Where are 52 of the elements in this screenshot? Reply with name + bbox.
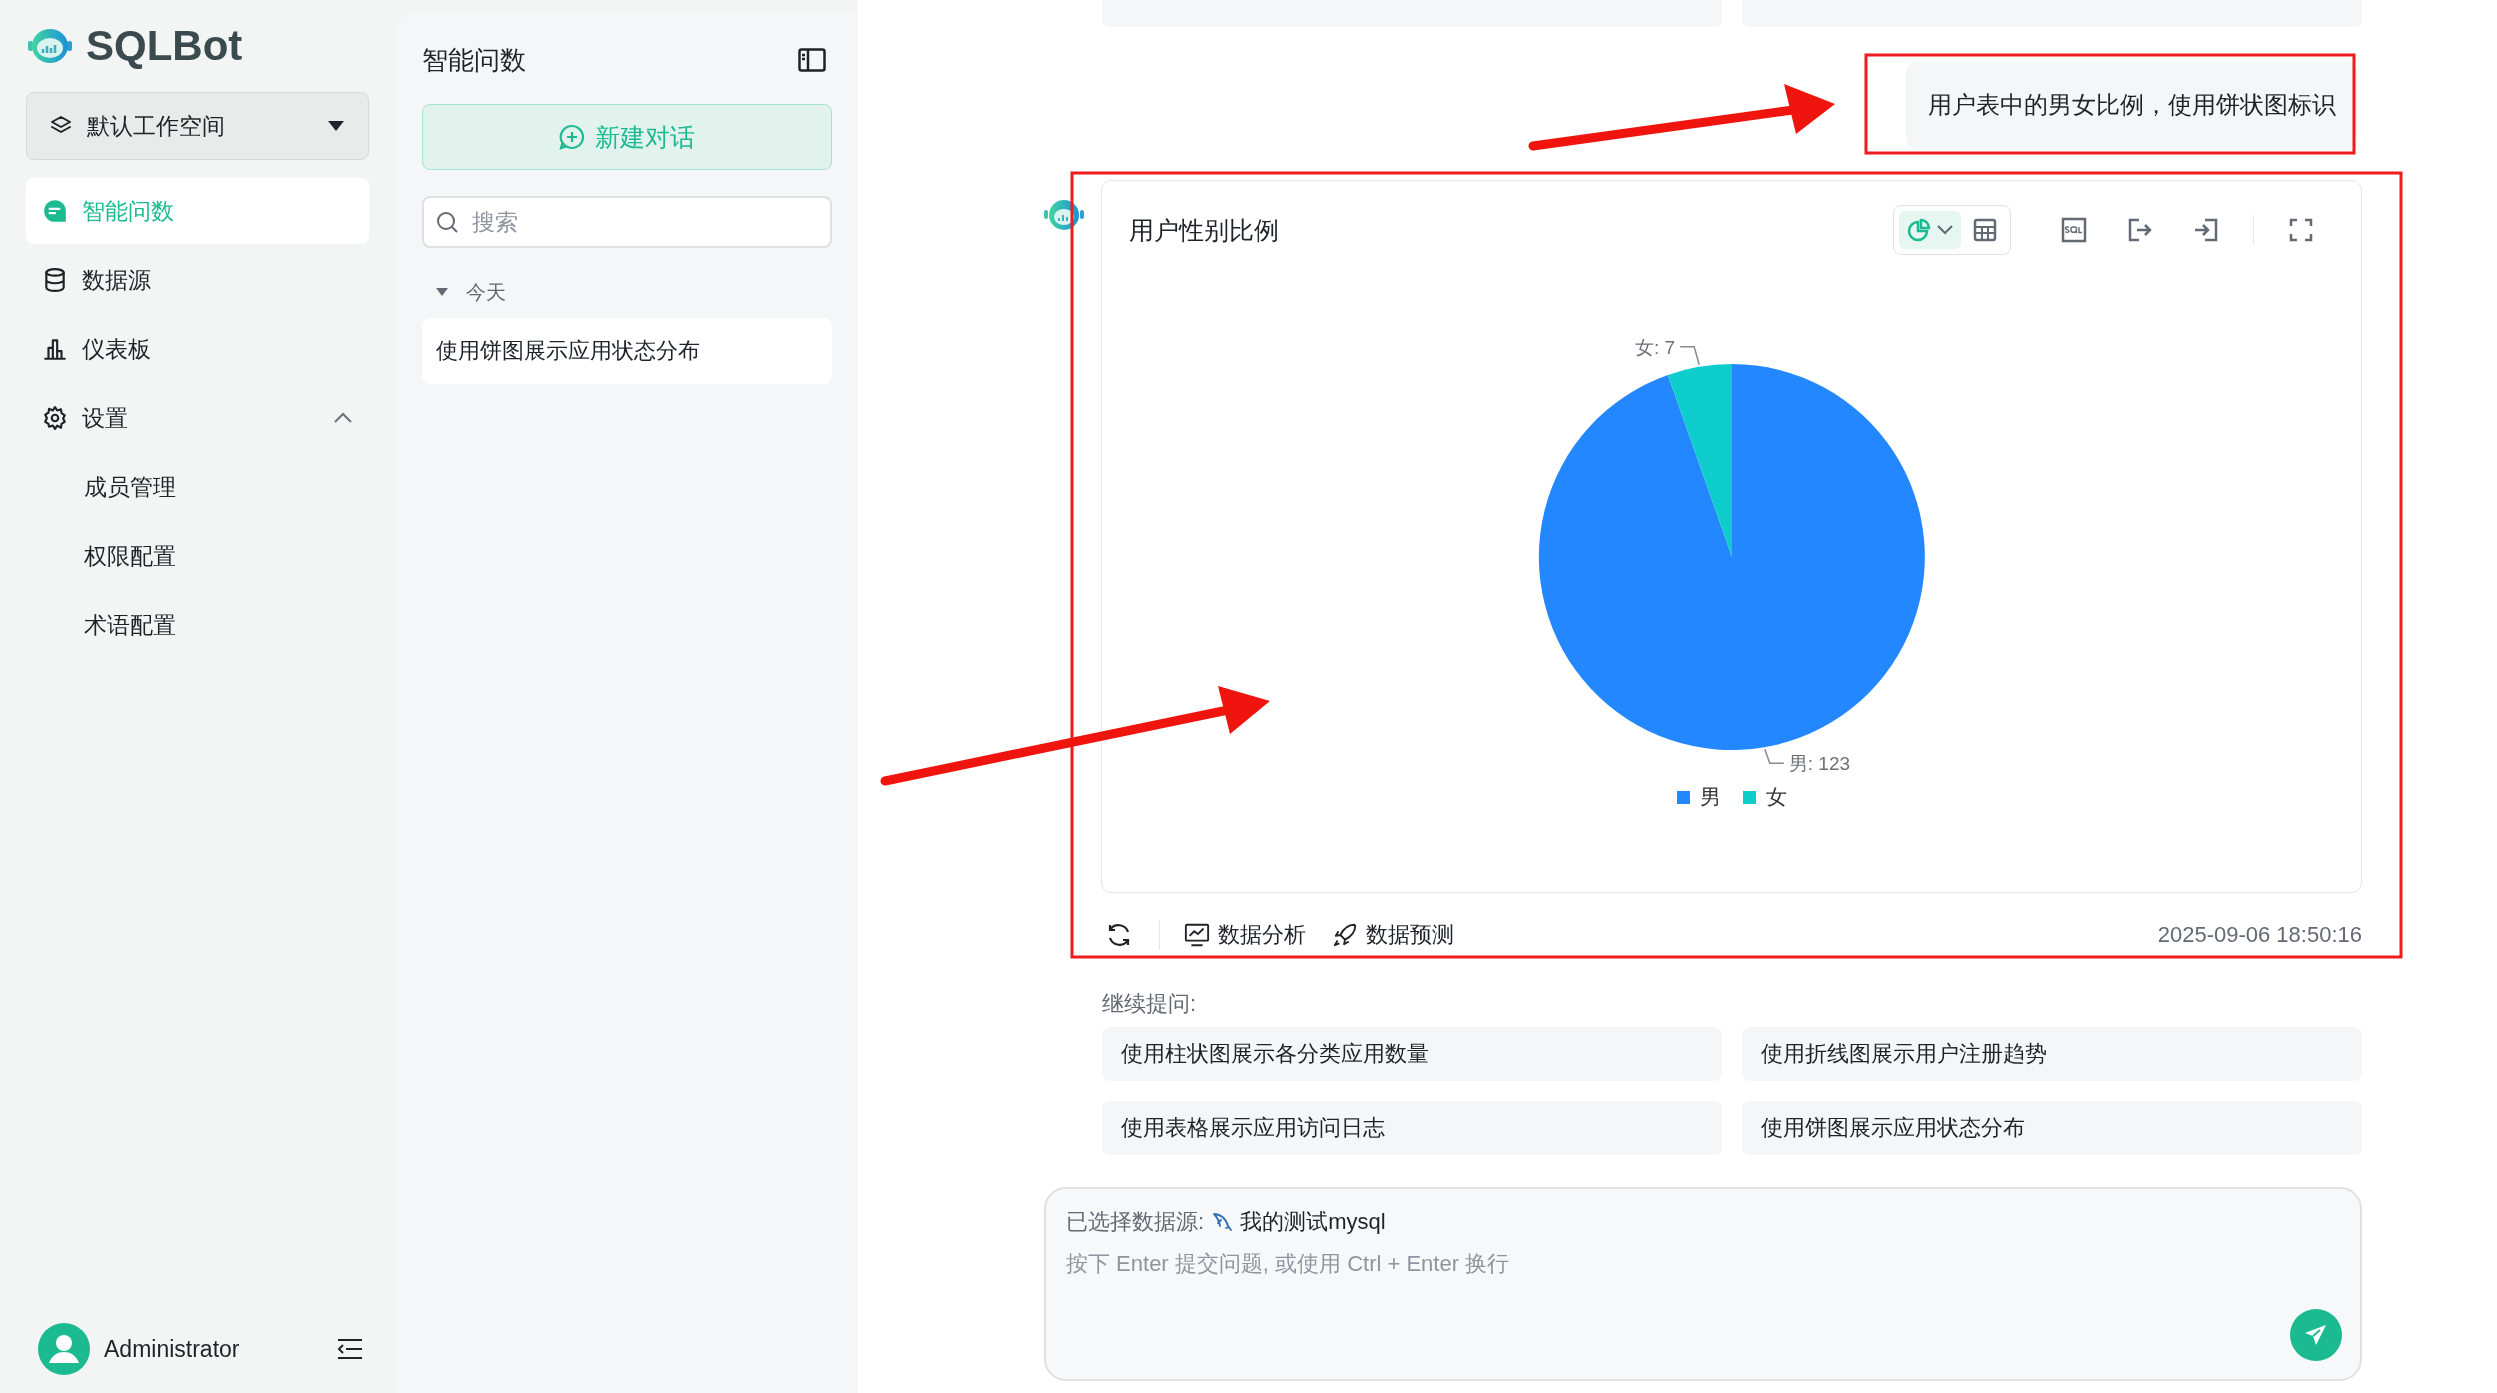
group-label: 今天 bbox=[466, 279, 506, 305]
legend-swatch bbox=[1676, 790, 1690, 804]
nav-subitem[interactable]: 术语配置 bbox=[26, 592, 369, 658]
chevron-down-icon bbox=[1937, 225, 1953, 235]
chat-history-item[interactable]: 使用饼图展示应用状态分布 bbox=[422, 318, 832, 384]
monitor-chart-icon bbox=[1184, 922, 1210, 948]
nav-subitem[interactable]: 成员管理 bbox=[26, 454, 369, 520]
robot-logo-icon bbox=[26, 26, 74, 66]
sidebar-toggle-icon[interactable] bbox=[798, 48, 826, 72]
data-label: 女: 7 bbox=[1634, 336, 1675, 358]
nav-subitem[interactable]: 权限配置 bbox=[26, 523, 369, 589]
suggested-question-button[interactable]: 使用柱状图展示各分类应用数量 bbox=[1102, 1027, 1722, 1081]
robot-avatar-icon bbox=[1044, 197, 1084, 233]
analysis-action-button[interactable]: 数据分析 bbox=[1184, 920, 1306, 950]
leader-line bbox=[1763, 748, 1785, 764]
caret-down-icon[interactable] bbox=[436, 287, 448, 297]
bar-chart-icon bbox=[42, 336, 68, 362]
dolphin-icon bbox=[1210, 1210, 1235, 1234]
suggested-question-button[interactable]: 使用表格展示应用访问日志 bbox=[1102, 1101, 1722, 1155]
message-timestamp: 2025-09-06 18:50:16 bbox=[2157, 922, 2362, 948]
analysis-action-button[interactable]: 数据预测 bbox=[1332, 920, 1454, 950]
leader-line bbox=[1678, 346, 1700, 366]
datasource-name: 我的测试mysql bbox=[1240, 1208, 1386, 1236]
datasource-label: 已选择数据源: bbox=[1066, 1208, 1205, 1236]
settings-icon bbox=[42, 405, 68, 431]
nav-item[interactable]: 数据源 bbox=[26, 247, 369, 313]
legend-label[interactable]: 男 bbox=[1699, 783, 1721, 811]
pie-chart-icon bbox=[1907, 218, 1931, 242]
table-icon bbox=[1973, 218, 1997, 242]
legend-label[interactable]: 女 bbox=[1765, 783, 1787, 811]
search-field[interactable]: 搜索 bbox=[422, 196, 832, 248]
chart-title: 用户性别比例 bbox=[1129, 214, 1280, 246]
database-icon bbox=[42, 267, 68, 293]
collapse-menu-icon[interactable] bbox=[337, 1338, 363, 1360]
legend-swatch bbox=[1742, 790, 1756, 804]
rocket-icon bbox=[1332, 922, 1358, 948]
nav-item[interactable]: 仪表板 bbox=[26, 316, 369, 382]
user-name: Administrator bbox=[104, 1335, 241, 1363]
follow-up-label: 继续提问: bbox=[1102, 990, 1198, 1018]
search-icon bbox=[436, 211, 458, 233]
suggested-question-button[interactable]: 使用饼图展示应用状态分布 bbox=[1742, 1101, 2362, 1155]
caret-down-icon bbox=[328, 121, 344, 131]
question-input-field[interactable]: 按下 Enter 提交问题, 或使用 Ctrl + Enter 换行 bbox=[1066, 1249, 2340, 1289]
workspace-dropdown[interactable]: 默认工作空间 bbox=[26, 92, 369, 160]
user-question: 用户表中的男女比例，使用饼状图标识 bbox=[1906, 62, 2358, 148]
suggested-question-button[interactable]: 使用折线图展示用户注册趋势 bbox=[1742, 1027, 2362, 1081]
app-logo-text: SQLBot bbox=[86, 22, 243, 70]
nav-item[interactable]: 设置 bbox=[26, 385, 369, 451]
user-avatar-icon bbox=[38, 1323, 90, 1375]
panel-title: 智能问数 bbox=[422, 43, 526, 77]
chat-bubble-icon bbox=[42, 198, 68, 224]
data-label: 男: 123 bbox=[1788, 753, 1850, 775]
